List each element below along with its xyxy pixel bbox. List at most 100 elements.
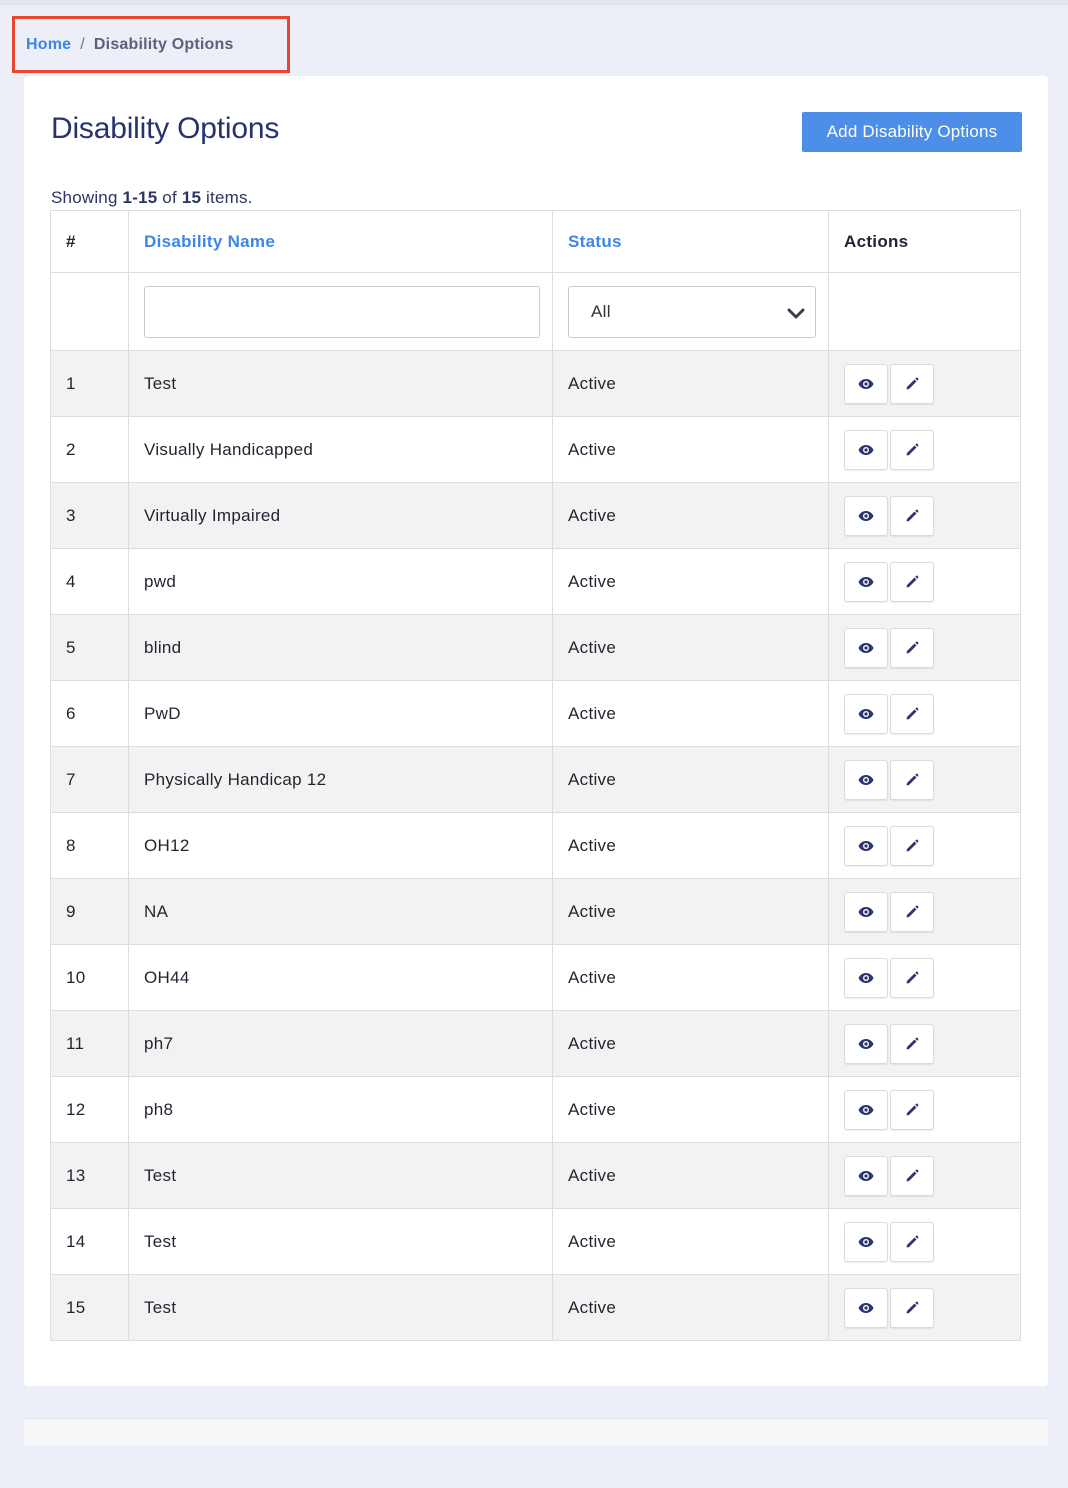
row-actions-group — [844, 1089, 1020, 1130]
disability-name-filter-input[interactable] — [144, 285, 540, 338]
row-status: Active — [552, 548, 829, 615]
row-status: Active — [552, 812, 829, 879]
row-index: 12 — [50, 1076, 129, 1143]
results-summary: Showing 1-15 of 15 items. — [51, 188, 253, 208]
eye-icon — [858, 1038, 874, 1049]
filter-cell-actions — [828, 272, 1021, 351]
row-index: 9 — [50, 878, 129, 945]
row-index: 5 — [50, 614, 129, 681]
edit-button[interactable] — [890, 1287, 934, 1328]
row-actions — [828, 548, 1021, 615]
edit-button[interactable] — [890, 957, 934, 998]
summary-middle: of — [157, 188, 182, 207]
view-button[interactable] — [844, 363, 888, 404]
row-index: 2 — [50, 416, 129, 483]
row-status: Active — [552, 680, 829, 747]
edit-button[interactable] — [890, 693, 934, 734]
row-index: 11 — [50, 1010, 129, 1077]
view-button[interactable] — [844, 1287, 888, 1328]
row-actions — [828, 878, 1021, 945]
eye-icon — [858, 576, 874, 587]
view-button[interactable] — [844, 1089, 888, 1130]
row-actions-group — [844, 495, 1020, 536]
eye-icon — [858, 774, 874, 785]
row-status: Active — [552, 614, 829, 681]
row-index: 15 — [50, 1274, 129, 1341]
row-disability-name: Test — [128, 1208, 553, 1275]
edit-button[interactable] — [890, 1221, 934, 1262]
eye-icon — [858, 378, 874, 389]
view-button[interactable] — [844, 1155, 888, 1196]
pencil-icon — [906, 707, 919, 719]
row-status: Active — [552, 1142, 829, 1209]
edit-button[interactable] — [890, 627, 934, 668]
edit-button[interactable] — [890, 1155, 934, 1196]
top-strip — [0, 0, 1068, 5]
header-status-sort-link[interactable]: Status — [552, 210, 829, 273]
row-disability-name: Test — [128, 1142, 553, 1209]
row-actions-group — [844, 1155, 1020, 1196]
row-status: Active — [552, 350, 829, 417]
row-status: Active — [552, 1010, 829, 1077]
view-button[interactable] — [844, 891, 888, 932]
view-button[interactable] — [844, 1221, 888, 1262]
row-actions-group — [844, 1221, 1020, 1262]
view-button[interactable] — [844, 759, 888, 800]
edit-button[interactable] — [890, 825, 934, 866]
row-disability-name: PwD — [128, 680, 553, 747]
edit-button[interactable] — [890, 891, 934, 932]
row-actions-group — [844, 1023, 1020, 1064]
view-button[interactable] — [844, 495, 888, 536]
row-disability-name: OH44 — [128, 944, 553, 1011]
row-disability-name: NA — [128, 878, 553, 945]
edit-button[interactable] — [890, 759, 934, 800]
add-disability-options-button[interactable]: Add Disability Options — [802, 112, 1022, 152]
pencil-icon — [906, 1169, 919, 1181]
view-button[interactable] — [844, 429, 888, 470]
filter-cell-name — [128, 272, 553, 351]
edit-button[interactable] — [890, 1089, 934, 1130]
chevron-down-icon — [787, 308, 805, 318]
table-row: 3 Virtually Impaired Active — [50, 482, 1021, 549]
status-filter-select[interactable]: All — [568, 285, 816, 338]
edit-button[interactable] — [890, 561, 934, 602]
header-disability-name-sort-link[interactable]: Disability Name — [128, 210, 553, 273]
table-row: 4 pwd Active — [50, 548, 1021, 615]
row-actions — [828, 1274, 1021, 1341]
row-index: 10 — [50, 944, 129, 1011]
edit-button[interactable] — [890, 1023, 934, 1064]
row-disability-name: Physically Handicap 12 — [128, 746, 553, 813]
view-button[interactable] — [844, 825, 888, 866]
table-row: 5 blind Active — [50, 614, 1021, 681]
pencil-icon — [906, 905, 919, 917]
table-row: 8 OH12 Active — [50, 812, 1021, 879]
view-button[interactable] — [844, 1023, 888, 1064]
pencil-icon — [906, 443, 919, 455]
breadcrumb-home-link[interactable]: Home — [26, 36, 71, 54]
edit-button[interactable] — [890, 429, 934, 470]
row-index: 7 — [50, 746, 129, 813]
row-index: 4 — [50, 548, 129, 615]
filter-cell-status: All — [552, 272, 829, 351]
table-row: 1 Test Active — [50, 350, 1021, 417]
breadcrumb-current: Disability Options — [93, 35, 234, 53]
content-card: Disability Options Add Disability Option… — [24, 76, 1048, 1386]
eye-icon — [858, 906, 874, 917]
row-status: Active — [552, 482, 829, 549]
filter-row: All — [50, 272, 1021, 351]
view-button[interactable] — [844, 627, 888, 668]
row-actions — [828, 812, 1021, 879]
page-title: Disability Options — [51, 112, 280, 145]
view-button[interactable] — [844, 561, 888, 602]
view-button[interactable] — [844, 957, 888, 998]
row-disability-name: Test — [128, 350, 553, 417]
row-status: Active — [552, 746, 829, 813]
eye-icon — [858, 708, 874, 719]
view-button[interactable] — [844, 693, 888, 734]
edit-button[interactable] — [890, 495, 934, 536]
pencil-icon — [906, 839, 919, 851]
filter-cell-empty — [50, 272, 129, 351]
table-row: 13 Test Active — [50, 1142, 1021, 1209]
edit-button[interactable] — [890, 363, 934, 404]
pencil-icon — [906, 1235, 919, 1247]
